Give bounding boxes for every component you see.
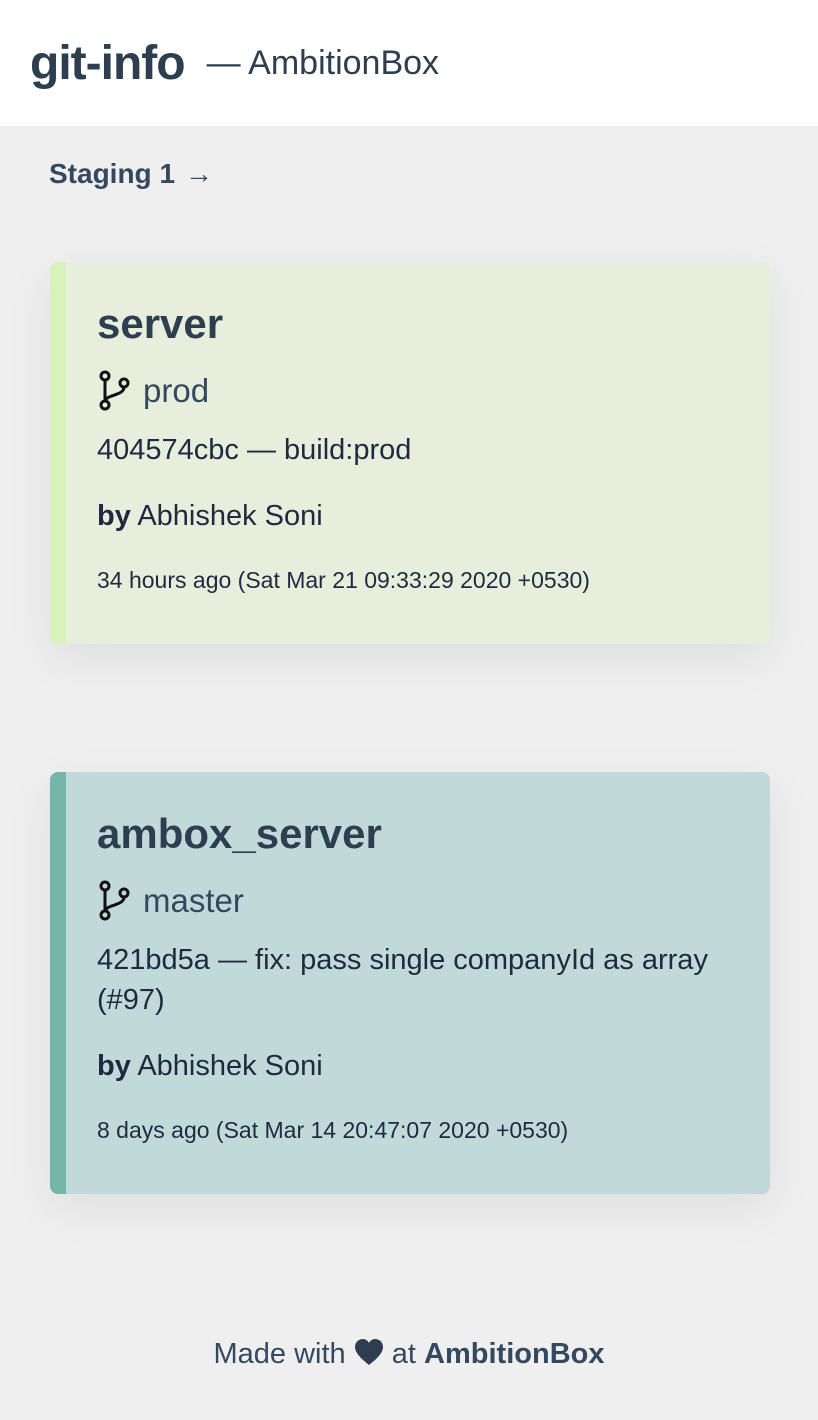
commit-author: by Abhishek Soni [97, 500, 740, 533]
author-name: Abhishek Soni [137, 1050, 323, 1082]
commit-time: 8 days ago (Sat Mar 14 20:47:07 2020 +05… [97, 1117, 569, 1143]
app-header: git-info — AmbitionBox [0, 0, 818, 126]
branch-row: prod [97, 370, 740, 412]
branch-row: master [97, 880, 740, 922]
commit-author: by Abhishek Soni [97, 1050, 740, 1083]
card-accent-bar [50, 772, 66, 1194]
git-branch-icon [99, 370, 130, 411]
environment-label: Staging 1 [49, 158, 176, 189]
git-branch-icon [99, 880, 130, 921]
card-accent-bar [50, 262, 66, 644]
arrow-right-icon: → [185, 158, 214, 189]
footer: Made with at AmbitionBox [0, 1338, 818, 1371]
branch-name: master [143, 882, 244, 919]
commit-message: 404574cbc — build:prod [97, 434, 412, 466]
app-title: git-info [30, 36, 186, 90]
by-label: by [97, 1050, 131, 1082]
repo-name: ambox_server [97, 810, 382, 857]
by-label: by [97, 500, 131, 532]
repo-card: server prod 404574cbc — build:prod by Ab… [50, 262, 770, 644]
branch-name: prod [143, 372, 210, 409]
commit-time: 34 hours ago (Sat Mar 21 09:33:29 2020 +… [97, 567, 590, 593]
repo-name: server [97, 300, 224, 347]
repo-card: ambox_server master 421bd5a — fix: pass … [50, 772, 770, 1194]
app-subtitle: — AmbitionBox [206, 43, 440, 82]
author-name: Abhishek Soni [137, 500, 323, 532]
commit-message: 421bd5a — fix: pass single companyId as … [97, 944, 708, 1016]
footer-middle: at [391, 1338, 416, 1370]
footer-brand: AmbitionBox [424, 1338, 605, 1370]
footer-prefix: Made with [213, 1338, 346, 1370]
environment-link[interactable]: Staging 1 → [49, 158, 213, 190]
heart-icon [354, 1339, 383, 1365]
